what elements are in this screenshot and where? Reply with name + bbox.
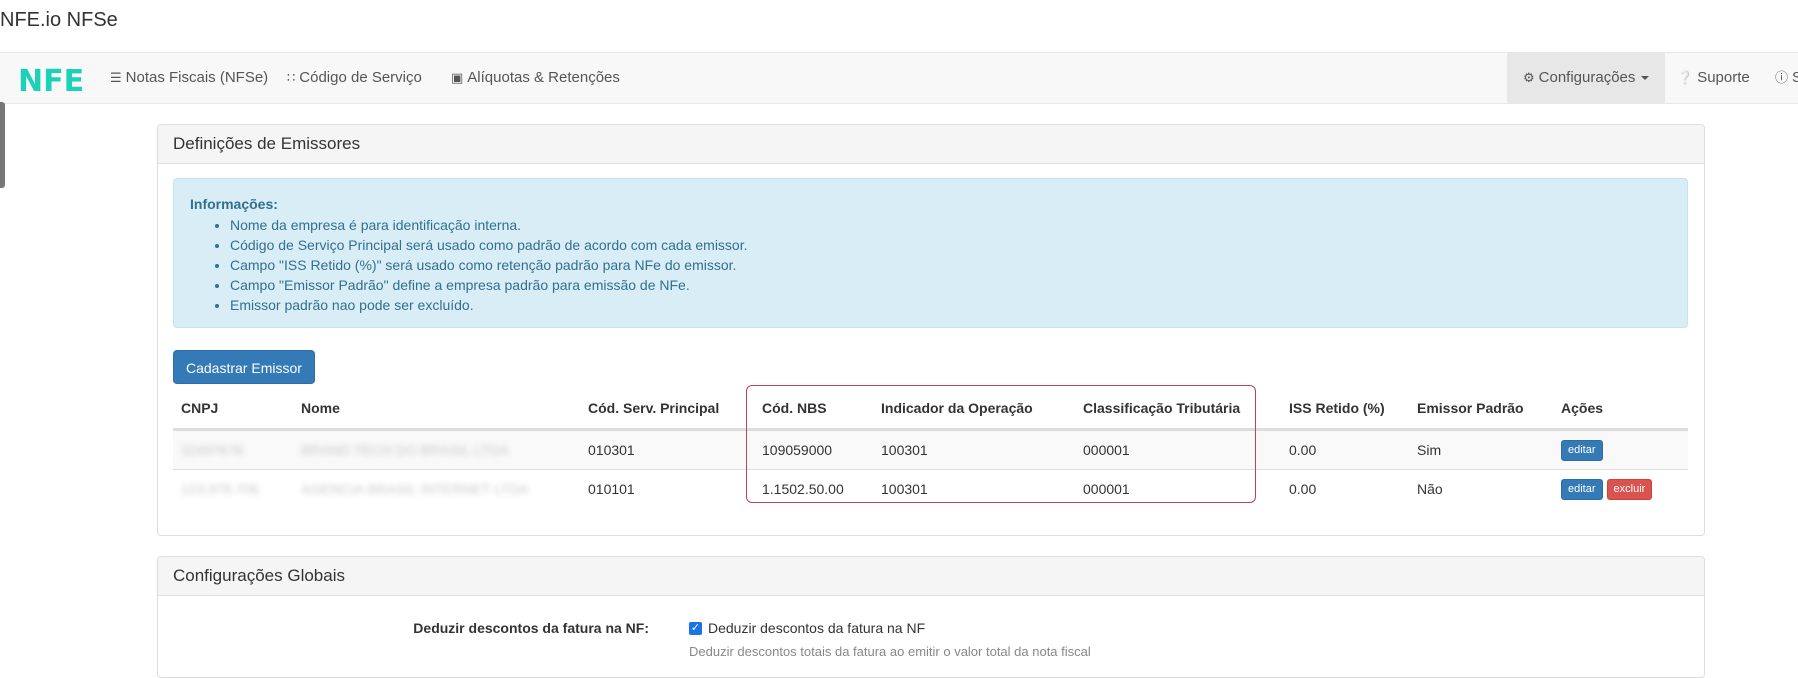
cell-acoes: editar excluir	[1561, 470, 1656, 508]
question-circle-icon: ❔	[1677, 70, 1694, 85]
cell-cod-nbs: 1.1502.50.00	[762, 481, 844, 497]
nav-sobre[interactable]: ⓘ S	[1775, 53, 1798, 103]
configuracoes-globais-panel: Configurações Globais Deduzir descontos …	[157, 556, 1705, 678]
cell-nome: BRAND TECH DO BRASIL LTDA	[301, 442, 509, 458]
excluir-button[interactable]: excluir	[1606, 478, 1653, 500]
cell-cod-serv: 010101	[588, 481, 635, 497]
nav-configuracoes-dropdown[interactable]: ⚙ Configurações	[1507, 53, 1666, 103]
editar-button[interactable]: editar	[1561, 478, 1603, 500]
col-nome[interactable]: Nome	[301, 388, 340, 428]
cell-nome: AGENCIA BRASIL INTERNET LTDA	[301, 481, 529, 497]
col-cod-serv[interactable]: Cód. Serv. Principal	[588, 388, 719, 428]
table-row: 123.978.706 AGENCIA BRASIL INTERNET LTDA…	[173, 469, 1688, 508]
nav-suporte[interactable]: ❔ Suporte	[1677, 53, 1750, 103]
nav-aliquotas-retencoes[interactable]: ▣ Alíquotas & Retenções	[451, 53, 620, 103]
cell-iss: 0.00	[1289, 442, 1317, 458]
nav-codigo-servico[interactable]: ∷ Código de Serviço	[287, 53, 422, 103]
col-cnpj[interactable]: CNPJ	[181, 388, 218, 428]
info-item: Campo "Emissor Padrão" define a empresa …	[230, 275, 1671, 295]
field-label: Deduzir descontos da fatura na NF:	[413, 620, 649, 636]
col-cod-nbs[interactable]: Cód. NBS	[762, 388, 827, 428]
info-alert: Informações: Nome da empresa é para iden…	[173, 178, 1688, 328]
list-icon: ☰	[110, 70, 122, 85]
checkbox-label: Deduzir descontos da fatura na NF	[708, 620, 926, 636]
cell-iss: 0.00	[1289, 481, 1317, 497]
emissores-panel: Definições de Emissores Informações: Nom…	[157, 124, 1705, 536]
inbox-icon: ▣	[451, 70, 464, 85]
cell-cod-nbs: 109059000	[762, 442, 833, 458]
gear-icon: ⚙	[1523, 70, 1535, 85]
col-padrao[interactable]: Emissor Padrão	[1417, 388, 1524, 428]
col-iss[interactable]: ISS Retido (%)	[1289, 388, 1385, 428]
cell-classificacao: 000001	[1083, 481, 1130, 497]
cell-cod-serv: 010301	[588, 442, 635, 458]
col-acoes: Ações	[1561, 400, 1604, 416]
info-item: Emissor padrão nao pode ser excluído.	[230, 295, 1671, 315]
help-text: Deduzir descontos totais da fatura ao em…	[689, 644, 1091, 659]
cadastrar-emissor-button[interactable]: Cadastrar Emissor	[173, 350, 315, 384]
col-indicador[interactable]: Indicador da Operação	[881, 388, 1033, 428]
checkbox-checked-icon[interactable]: ✓	[689, 621, 702, 635]
info-circle-icon: ⓘ	[1775, 70, 1789, 85]
info-item: Nome da empresa é para identificação int…	[230, 215, 1671, 235]
brand-logo[interactable]: NFE	[18, 64, 84, 99]
col-classificacao[interactable]: Classificação Tributária	[1083, 388, 1240, 428]
panel-heading: Configurações Globais	[158, 557, 1704, 596]
app-title: NFE.io NFSe	[0, 9, 118, 31]
top-navbar: NFE ☰ Notas Fiscais (NFSe) ∷ Código de Ser…	[0, 52, 1798, 104]
emissores-table: CNPJ Nome Cód. Serv. Principal Cód. NBS …	[173, 388, 1688, 508]
info-item: Campo "ISS Retido (%)" será usado como r…	[230, 255, 1671, 275]
deduzir-descontos-checkbox[interactable]: ✓ Deduzir descontos da fatura na NF	[689, 620, 925, 636]
cell-classificacao: 000001	[1083, 442, 1130, 458]
sitemap-icon: ∷	[287, 70, 296, 85]
nav-notas-fiscais[interactable]: ☰ Notas Fiscais (NFSe)	[110, 53, 268, 103]
feedback-side-tab[interactable]	[0, 102, 5, 188]
info-item: Código de Serviço Principal será usado c…	[230, 235, 1671, 255]
alert-title: Informações:	[190, 196, 278, 212]
caret-down-icon	[1641, 76, 1650, 81]
editar-button[interactable]: editar	[1561, 439, 1603, 461]
cell-padrao: Não	[1417, 481, 1443, 497]
table-row: 32497676 BRAND TECH DO BRASIL LTDA 01030…	[173, 430, 1688, 469]
cell-indicador: 100301	[881, 442, 928, 458]
cell-cnpj: 32497676	[181, 442, 244, 458]
info-list: Nome da empresa é para identificação int…	[190, 215, 1671, 315]
cell-acoes: editar	[1561, 431, 1607, 469]
cell-cnpj: 123.978.706	[181, 481, 259, 497]
panel-heading: Definições de Emissores	[158, 125, 1704, 164]
cell-indicador: 100301	[881, 481, 928, 497]
cell-padrao: Sim	[1417, 442, 1442, 458]
table-header-row: CNPJ Nome Cód. Serv. Principal Cód. NBS …	[173, 388, 1688, 430]
